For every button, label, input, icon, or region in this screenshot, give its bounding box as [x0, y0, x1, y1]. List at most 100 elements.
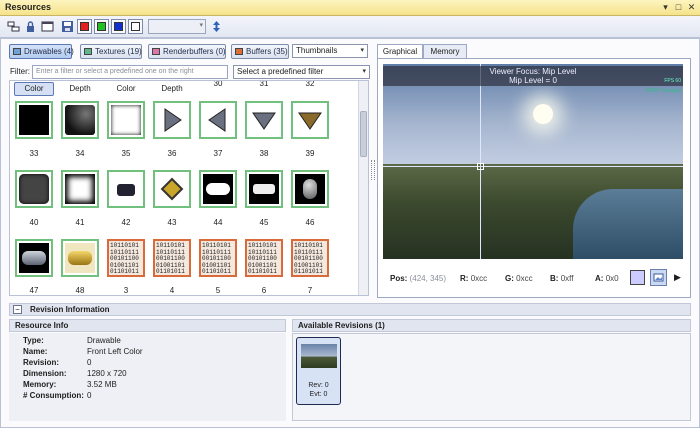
thumbnail[interactable] — [61, 101, 99, 139]
info-row-revision: Revision: 0 — [23, 358, 91, 367]
revision-header[interactable]: − Revision Information — [9, 303, 691, 316]
hierarchy-icon[interactable] — [7, 20, 20, 33]
crosshair-marker[interactable] — [477, 163, 484, 170]
dropdown-icon[interactable]: ▾ — [660, 2, 671, 13]
info-key: Memory: — [23, 380, 57, 389]
window-title: Resources — [5, 2, 52, 12]
available-revisions-panel — [292, 333, 691, 421]
chevron-down-icon: ▾ — [199, 22, 203, 29]
a-value: 0x0 — [605, 274, 619, 283]
info-key: Dimension: — [23, 369, 67, 378]
info-value: 0 — [87, 391, 92, 400]
pixel-blue: B: 0xff — [550, 274, 573, 283]
lock-icon[interactable] — [24, 20, 37, 33]
tab-graphical[interactable]: Graphical — [377, 44, 423, 59]
chevron-down-icon: ▾ — [362, 68, 366, 75]
buffer-thumbnail[interactable]: 10110101 10110111 00101100 01001101 0110… — [199, 239, 237, 277]
thumb-top-label[interactable]: Depth — [152, 84, 192, 93]
image-viewer[interactable]: Viewer Focus: Mip Level Mip Level = 0 FP… — [383, 64, 683, 259]
thumbnail[interactable] — [61, 170, 99, 208]
filter-input[interactable]: Enter a filter or select a predefined on… — [32, 65, 228, 79]
drawables-button[interactable]: Drawables (4) — [9, 44, 74, 59]
maximize-icon[interactable]: □ — [673, 2, 684, 13]
scrollbar-thumb[interactable] — [360, 111, 367, 157]
buffer-thumbnail[interactable]: 10110101 10110111 00101100 01001101 0110… — [291, 239, 329, 277]
info-row-dimension: Dimension: 1280 x 720 — [23, 369, 127, 378]
thumbnail[interactable] — [245, 170, 283, 208]
info-row-name: Name: Front Left Color — [23, 347, 143, 356]
thumb-top-label[interactable]: 31 — [244, 81, 284, 88]
info-key: Type: — [23, 336, 44, 345]
thumb-label: 42 — [121, 218, 131, 227]
thumbnail[interactable] — [153, 170, 191, 208]
thumbnail[interactable] — [291, 101, 329, 139]
thumb-top-label[interactable]: 30 — [198, 81, 238, 88]
blue-channel-toggle[interactable] — [111, 19, 126, 34]
buffer-thumbnail[interactable]: 10110101 10110111 00101100 01001101 0110… — [153, 239, 191, 277]
buffers-button[interactable]: Buffers (35) — [231, 44, 289, 59]
thumb-label: 34 — [75, 149, 85, 158]
revision-card[interactable]: Rev: 0 Evt: 0 — [296, 337, 341, 405]
r-value: 0xcc — [470, 274, 488, 283]
thumb-label: 39 — [305, 149, 315, 158]
alpha-channel-toggle[interactable] — [128, 19, 143, 34]
window-titlebar: Resources ▾ □ ✕ — [0, 0, 700, 16]
thumbnail[interactable] — [107, 170, 145, 208]
green-channel-toggle[interactable] — [94, 19, 109, 34]
resource-info-panel: Type: Drawable Name: Front Left Color Revi… — [9, 333, 286, 421]
toolbar: ▾ — [0, 16, 700, 38]
tab-memory[interactable]: Memory — [423, 44, 467, 58]
thumb-top-label[interactable]: 32 — [290, 81, 330, 88]
thumbnail-scrollbar[interactable] — [358, 81, 368, 295]
thumbnail[interactable] — [15, 170, 53, 208]
buffer-thumbnail[interactable]: 10110101 10110111 00101100 01001101 0110… — [107, 239, 145, 277]
scene-water — [573, 189, 683, 259]
thumbnail[interactable] — [107, 101, 145, 139]
viewer-options-button[interactable] — [650, 269, 667, 286]
thumbnail[interactable] — [199, 101, 237, 139]
revision-thumbnail — [301, 344, 337, 368]
r-label: R: — [460, 274, 469, 283]
thumbnail[interactable] — [153, 101, 191, 139]
vertical-splitter[interactable] — [371, 160, 375, 180]
thumb-label: 37 — [213, 149, 223, 158]
info-value: 0 — [87, 358, 92, 367]
swap-arrows-icon[interactable] — [210, 20, 223, 33]
b-label: B: — [550, 274, 559, 283]
predefined-filter-value: Select a predefined filter — [237, 67, 324, 76]
thumbnail[interactable] — [199, 170, 237, 208]
predefined-filter-select[interactable]: Select a predefined filter ▾ — [233, 65, 370, 79]
thumbnail[interactable] — [61, 239, 99, 277]
toolbar-combo[interactable]: ▾ — [148, 19, 206, 34]
thumbnail[interactable] — [245, 101, 283, 139]
thumb-label: 47 — [29, 286, 39, 295]
renderbuffers-button[interactable]: Renderbuffers (0) — [148, 44, 226, 59]
thumb-top-label[interactable]: Depth — [60, 84, 100, 93]
thumb-top-label[interactable]: Color — [14, 82, 54, 96]
thumb-top-label[interactable]: Color — [106, 84, 146, 93]
viewer-focus-text: Viewer Focus: Mip Level — [489, 67, 577, 76]
thumbnail[interactable] — [15, 239, 53, 277]
buffers-label: Buffers (35) — [246, 47, 288, 56]
thumb-label: 46 — [305, 218, 315, 227]
view-mode-select[interactable]: Thumbnails ▾ — [292, 44, 368, 58]
info-key: # Consumption: — [23, 391, 84, 400]
thumbnail[interactable] — [15, 101, 53, 139]
collapse-icon[interactable]: − — [13, 305, 22, 314]
pixel-red: R: 0xcc — [460, 274, 487, 283]
pixel-position: Pos: (424, 345) — [390, 274, 446, 283]
color-swatch — [630, 270, 645, 285]
close-icon[interactable]: ✕ — [686, 2, 697, 13]
save-icon[interactable] — [61, 20, 74, 33]
textures-button[interactable]: Textures (19) — [80, 44, 142, 59]
g-label: G: — [505, 274, 514, 283]
buffer-bits: 10110101 10110111 00101100 01001101 0110… — [294, 242, 323, 275]
red-channel-toggle[interactable] — [77, 19, 92, 34]
window-icon[interactable] — [41, 20, 54, 33]
info-row-memory: Memory: 3.52 MB — [23, 380, 117, 389]
thumbnail[interactable] — [291, 170, 329, 208]
a-label: A: — [595, 274, 604, 283]
picture-icon — [653, 273, 664, 282]
play-icon[interactable]: ▶ — [674, 272, 681, 283]
buffer-thumbnail[interactable]: 10110101 10110111 00101100 01001101 0110… — [245, 239, 283, 277]
